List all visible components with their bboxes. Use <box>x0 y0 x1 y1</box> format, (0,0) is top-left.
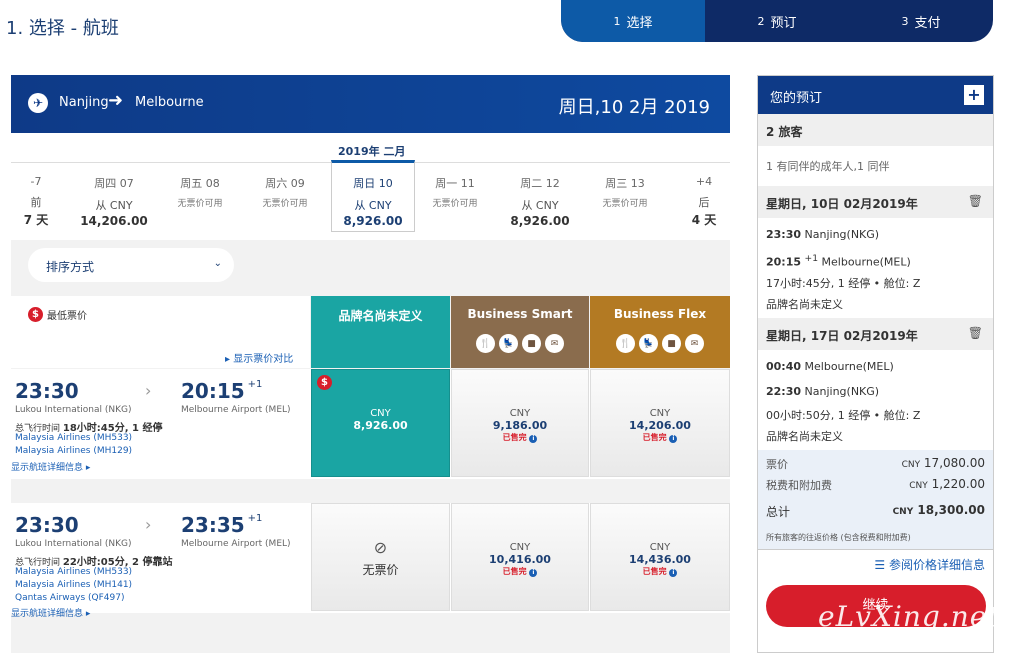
seat-icon: 💺 <box>499 334 518 353</box>
arrival-airport: Melbourne Airport (MEL) <box>181 539 291 549</box>
departure-time: 23:30 <box>15 379 79 403</box>
month-label: 2019年 二月 <box>338 145 406 158</box>
fare-cell[interactable]: CNY 14,206.00 已售完 i <box>590 369 730 477</box>
calendar-day[interactable]: 周三 13 无票价可用 <box>583 163 667 233</box>
trash-icon[interactable]: 🗑 <box>968 326 983 340</box>
fare-column-header-unnamed: 品牌名尚未定义 <box>311 296 450 368</box>
info-icon[interactable]: i <box>669 569 678 577</box>
fare-cell[interactable]: CNY 10,416.00 已售完 i <box>451 503 589 611</box>
airline-link[interactable]: Malaysia Airlines (MH533) <box>15 567 132 577</box>
dollar-icon: $ <box>28 307 43 322</box>
panel-header: 您的预订 + <box>758 76 993 114</box>
airline-link[interactable]: Qantas Airways (QF497) <box>15 593 124 603</box>
sort-label: 排序方式 <box>46 260 95 274</box>
flight-duration: 总飞行时间 22小时:05分, 2 停靠站 <box>15 557 173 568</box>
email-icon: ✉ <box>685 334 704 353</box>
price-details-link[interactable]: ☰ 参阅价格详细信息 <box>758 549 993 579</box>
info-icon[interactable]: i <box>669 435 678 443</box>
info-icon[interactable]: i <box>529 569 538 577</box>
calendar-day-selected[interactable]: 周日 10 从 CNY 8,926.00 <box>331 160 415 232</box>
page-step-title: 1. 选择 - 航班 <box>6 18 119 39</box>
meal-icon: 🍴 <box>476 334 495 353</box>
date-calendar-strip: -7 前 7 天 周四 07 从 CNY 14,206.00 周五 08 无票价可用 周六… <box>11 160 730 233</box>
flight-route-header: ✈ Nanjing ➜ Melbourne 周日,10 2月 2019 <box>11 75 730 133</box>
info-icon[interactable]: i <box>529 435 538 443</box>
booking-summary-panel: 您的预订 + 2 旅客 1 有同伴的成年人,1 同伴 星期日, 10日 02月2… <box>757 75 994 653</box>
leg2-brand: 品牌名尚未定义 <box>766 430 843 443</box>
calendar-day[interactable]: 周二 12 从 CNY 8,926.00 <box>498 163 582 233</box>
leg2-date: 星期日, 17日 02月2019年 🗑 <box>758 318 993 350</box>
meal-icon: 🍴 <box>616 334 635 353</box>
calendar-day[interactable]: 周五 08 无票价可用 <box>158 163 242 233</box>
arrow-right-icon: ➜ <box>108 90 124 111</box>
step-pay: 3 支付 <box>901 14 941 31</box>
airline-link[interactable]: Malaysia Airlines (MH141) <box>15 580 132 590</box>
watermark: eLvXing.net <box>818 600 1000 633</box>
progress-steps: 1 选择 2 预订 3 支付 <box>561 0 993 42</box>
lowest-fare-legend: $ 最低票价 <box>28 307 87 322</box>
calendar-day[interactable]: 周一 11 无票价可用 <box>413 163 497 233</box>
traveler-detail: 1 有同伴的成年人,1 同伴 <box>766 160 890 173</box>
baggage-icon: ■ <box>662 334 681 353</box>
plane-icon: ✈ <box>28 93 48 113</box>
calendar-day[interactable]: 周四 07 从 CNY 14,206.00 <box>72 163 156 233</box>
list-icon: ☰ <box>874 558 889 572</box>
departure-airport: Lukou International (NKG) <box>15 405 132 415</box>
airline-link[interactable]: Malaysia Airlines (MH533) <box>15 433 132 443</box>
arrival-time: 20:15 +1 <box>181 379 263 403</box>
show-fare-compare-link[interactable]: ▸ 显示票价对比 <box>225 350 293 365</box>
leg1-date: 星期日, 10日 02月2019年 🗑 <box>758 186 993 218</box>
leg1-brand: 品牌名尚未定义 <box>766 298 843 311</box>
fare-column-header-business-smart: Business Smart 🍴 💺 ■ ✉ <box>451 296 589 368</box>
travel-date: 周日,10 2月 2019 <box>558 97 710 118</box>
chevron-right-icon: › <box>145 515 152 534</box>
departure-time: 23:30 <box>15 513 79 537</box>
step-book: 2 预订 <box>757 14 797 31</box>
lowest-price-dollar-icon: $ <box>317 375 332 390</box>
seat-icon: 💺 <box>639 334 658 353</box>
chevron-down-icon: ⌄ <box>213 258 222 269</box>
fare-cell[interactable]: CNY 14,436.00 已售完 i <box>590 503 730 611</box>
expand-plus-icon[interactable]: + <box>964 85 984 105</box>
fare-cell-selected[interactable]: $ CNY 8,926.00 <box>311 369 450 477</box>
destination-city: Melbourne <box>135 95 204 110</box>
calendar-day[interactable]: 周六 09 无票价可用 <box>243 163 327 233</box>
step-select: 1 选择 <box>561 0 705 42</box>
fare-cell[interactable]: CNY 9,186.00 已售完 i <box>451 369 589 477</box>
price-summary: 票价 CNY 17,080.00 税费和附加费 CNY 1,220.00 总计 CNY… <box>758 450 993 549</box>
departure-airport: Lukou International (NKG) <box>15 539 132 549</box>
airline-link[interactable]: Malaysia Airlines (MH129) <box>15 446 132 456</box>
unavailable-icon: ⊘ <box>373 538 388 557</box>
sort-dropdown[interactable]: 排序方式 ⌄ <box>28 248 234 282</box>
calendar-day-next4[interactable]: +4 后 4 天 <box>662 163 746 233</box>
leg1-info: 17小时:45分, 1 经停 • 舱位: Z <box>766 277 921 290</box>
arrival-airport: Melbourne Airport (MEL) <box>181 405 291 415</box>
flight-duration: 总飞行时间 18小时:45分, 1 经停 <box>15 423 163 434</box>
trash-icon[interactable]: 🗑 <box>968 194 983 208</box>
arrival-time: 23:35 +1 <box>181 513 263 537</box>
show-flight-details-link[interactable]: 显示航班详细信息 ▸ <box>11 460 90 473</box>
baggage-icon: ■ <box>522 334 541 353</box>
travelers-section: 2 旅客 <box>758 114 993 146</box>
chevron-right-icon: › <box>145 381 152 400</box>
origin-city: Nanjing <box>59 95 109 110</box>
fare-column-header-business-flex: Business Flex 🍴 💺 ■ ✉ <box>590 296 730 368</box>
leg2-info: 00小时:50分, 1 经停 • 舱位: Z <box>766 409 921 422</box>
fare-cell-unavailable: ⊘ 无票价 <box>311 503 450 611</box>
show-flight-details-link[interactable]: 显示航班详细信息 ▸ <box>11 606 90 619</box>
email-icon: ✉ <box>545 334 564 353</box>
calendar-day-prev7[interactable]: -7 前 7 天 <box>0 163 78 233</box>
